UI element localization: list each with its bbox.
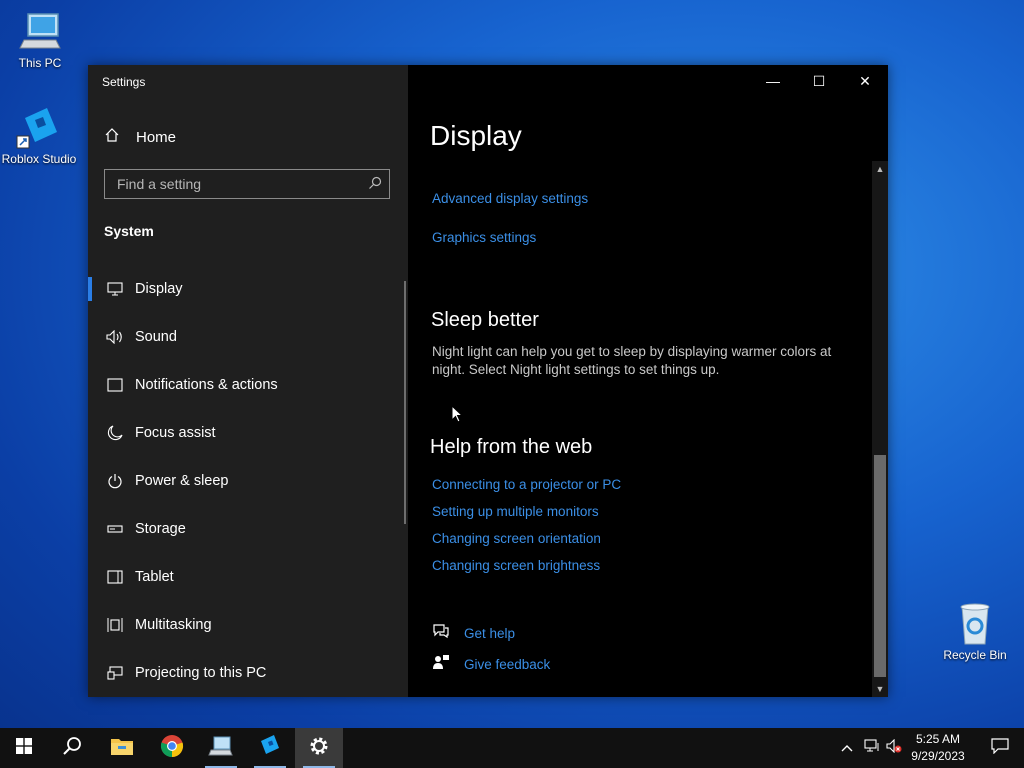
sidebar-item-label: Tablet	[135, 569, 174, 585]
help-link-screen-brightness[interactable]: Changing screen brightness	[432, 558, 600, 573]
home-button[interactable]: Home	[104, 127, 176, 148]
page-title: Display	[430, 120, 522, 151]
sleep-better-heading: Sleep better	[431, 309, 539, 331]
taskbar-settings[interactable]	[295, 728, 343, 768]
taskbar-search-button[interactable]	[48, 728, 96, 768]
sidebar-nav: Display Sound Notifications & actions Fo…	[88, 265, 408, 697]
close-button[interactable]: ✕	[842, 65, 888, 97]
power-icon	[104, 473, 126, 489]
home-icon	[104, 127, 136, 148]
storage-icon	[104, 524, 126, 534]
sidebar-item-power-sleep[interactable]: Power & sleep	[88, 457, 408, 505]
sidebar-scrollbar[interactable]	[404, 281, 406, 524]
give-feedback-link[interactable]: Give feedback	[464, 657, 550, 672]
monitor-icon	[104, 282, 126, 296]
speaker-icon	[104, 330, 126, 344]
window-title: Settings	[102, 75, 146, 89]
action-center-button[interactable]	[976, 728, 1024, 768]
window-controls: — ☐ ✕	[750, 65, 888, 97]
search-input[interactable]	[115, 175, 359, 193]
multitasking-icon	[104, 617, 126, 633]
notification-icon	[991, 737, 1009, 759]
mouse-cursor-icon	[451, 404, 464, 428]
sidebar-item-projecting[interactable]: Projecting to this PC	[88, 649, 408, 697]
recycle-bin-icon	[951, 602, 999, 646]
settings-window: Settings Home System Display	[88, 65, 888, 697]
sidebar-item-sound[interactable]: Sound	[88, 313, 408, 361]
maximize-button[interactable]: ☐	[796, 65, 842, 97]
chat-help-icon	[432, 623, 464, 644]
search-icon	[62, 736, 82, 761]
sidebar-item-tablet[interactable]: Tablet	[88, 553, 408, 601]
sidebar-item-label: Storage	[135, 521, 186, 537]
taskbar-roblox-studio[interactable]	[246, 728, 294, 768]
desktop-icon-label: Roblox Studio	[1, 152, 77, 166]
sidebar-item-multitasking[interactable]: Multitasking	[88, 601, 408, 649]
notification-icon	[104, 378, 126, 392]
desktop-icon-this-pc[interactable]: This PC	[0, 10, 80, 70]
sidebar-item-label: Power & sleep	[135, 473, 229, 489]
sidebar: Settings Home System Display	[88, 65, 408, 697]
folder-icon	[110, 736, 134, 761]
roblox-studio-icon	[15, 106, 63, 150]
get-help-link[interactable]: Get help	[464, 626, 515, 641]
chevron-up-icon[interactable]	[838, 739, 856, 757]
computer-icon	[16, 10, 64, 54]
system-tray	[838, 728, 904, 768]
sidebar-item-label: Multitasking	[135, 617, 212, 633]
roblox-studio-icon	[258, 734, 282, 763]
sidebar-item-storage[interactable]: Storage	[88, 505, 408, 553]
help-link-multiple-monitors[interactable]: Setting up multiple monitors	[432, 504, 599, 519]
windows-logo-icon	[16, 737, 32, 759]
computer-icon	[208, 735, 234, 762]
minimize-button[interactable]: —	[750, 65, 796, 97]
clock-date: 9/29/2023	[911, 749, 965, 763]
help-link-screen-orientation[interactable]: Changing screen orientation	[432, 531, 601, 546]
start-button[interactable]	[0, 728, 48, 768]
sidebar-item-display[interactable]: Display	[88, 265, 408, 313]
gear-icon	[308, 735, 330, 762]
moon-icon	[104, 425, 126, 441]
chrome-icon	[160, 734, 184, 763]
network-icon[interactable]	[860, 738, 884, 758]
desktop-icon-recycle-bin[interactable]: Recycle Bin	[935, 602, 1015, 662]
taskbar-file-explorer[interactable]	[98, 728, 146, 768]
volume-muted-icon[interactable]	[884, 738, 904, 758]
scroll-up-icon[interactable]: ▲	[872, 161, 888, 177]
desktop-icon-label: Recycle Bin	[943, 648, 1007, 662]
taskbar-this-pc[interactable]	[197, 728, 245, 768]
sidebar-item-notifications[interactable]: Notifications & actions	[88, 361, 408, 409]
scroll-down-icon[interactable]: ▼	[872, 681, 888, 697]
sidebar-item-label: Focus assist	[135, 425, 216, 441]
content-scrollbar[interactable]: ▲ ▼	[872, 161, 888, 697]
sidebar-item-label: Display	[135, 281, 183, 297]
help-link-projector[interactable]: Connecting to a projector or PC	[432, 477, 621, 492]
clock-time: 5:25 AM	[915, 732, 961, 746]
graphics-settings-link[interactable]: Graphics settings	[432, 230, 536, 245]
feedback-icon	[432, 654, 464, 675]
projecting-icon	[104, 666, 126, 680]
home-label: Home	[136, 129, 177, 146]
sidebar-item-label: Notifications & actions	[135, 377, 278, 393]
sidebar-item-focus-assist[interactable]: Focus assist	[88, 409, 408, 457]
scrollbar-thumb[interactable]	[874, 455, 886, 677]
taskbar: 5:25 AM 9/29/2023	[0, 728, 1024, 768]
sleep-better-description: Night light can help you get to sleep by…	[432, 344, 832, 377]
advanced-display-settings-link[interactable]: Advanced display settings	[432, 191, 588, 206]
clock[interactable]: 5:25 AM 9/29/2023	[905, 731, 971, 765]
search-icon[interactable]	[368, 176, 382, 195]
sidebar-item-label: Projecting to this PC	[135, 665, 267, 681]
taskbar-chrome[interactable]	[148, 728, 196, 768]
sidebar-item-label: Sound	[135, 329, 177, 345]
desktop-icon-roblox-studio[interactable]: Roblox Studio	[0, 106, 79, 166]
help-heading: Help from the web	[430, 436, 593, 458]
search-box[interactable]	[104, 169, 390, 199]
give-feedback-row[interactable]: Give feedback	[432, 654, 550, 675]
section-title: System	[104, 223, 154, 239]
desktop-icon-label: This PC	[18, 56, 62, 70]
get-help-row[interactable]: Get help	[432, 623, 515, 644]
tablet-icon	[104, 570, 126, 584]
